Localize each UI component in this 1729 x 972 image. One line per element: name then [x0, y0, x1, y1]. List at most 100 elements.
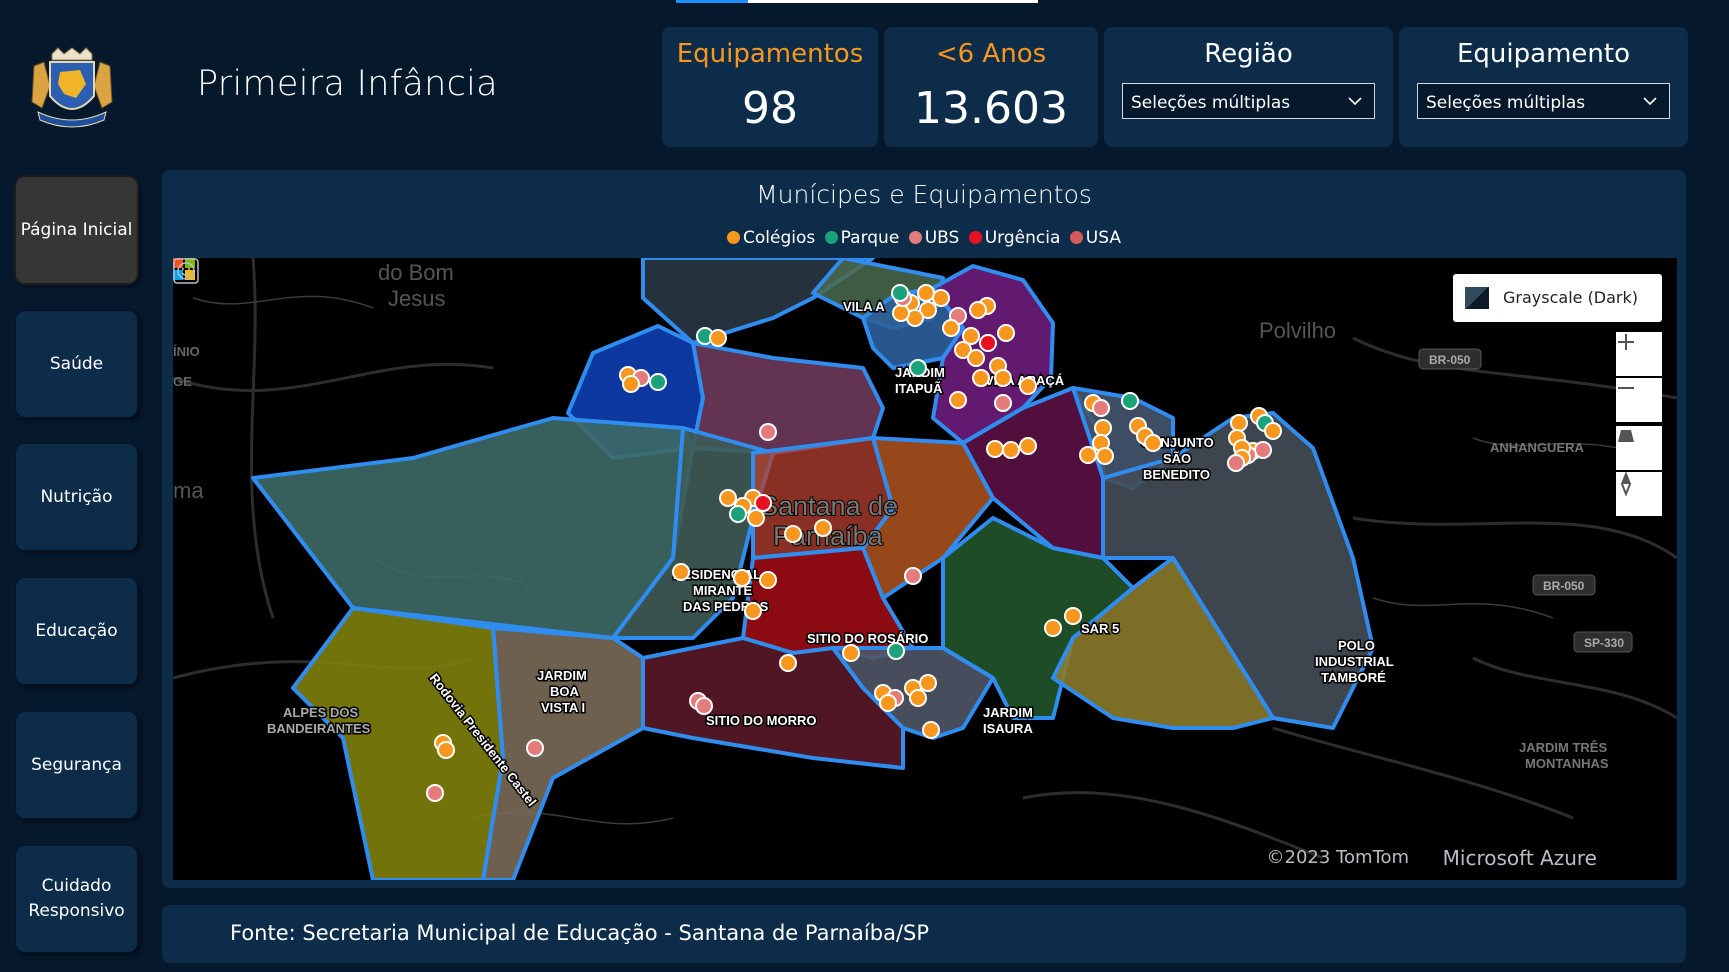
map-svg[interactable]: do Bom Jesus Polvilho ÍNIO GE ma VILA A …: [173, 258, 1677, 880]
map-panel: Munícipes e Equipamentos Colégios Parque…: [162, 170, 1686, 888]
map-marker-colegio[interactable]: [784, 525, 802, 543]
map-marker-colegio[interactable]: [942, 319, 960, 337]
map-marker-ubs[interactable]: [695, 697, 713, 715]
regiao-dropdown[interactable]: Seleções múltiplas: [1122, 83, 1375, 119]
zoom-out-button[interactable]: [1616, 378, 1662, 422]
map-marker-colegio[interactable]: [814, 519, 832, 537]
region-pinkish[interactable]: [691, 341, 885, 455]
map-marker-colegio[interactable]: [986, 440, 1004, 458]
page-title: Primeira Infância: [197, 64, 498, 104]
map-marker-colegio[interactable]: [842, 644, 860, 662]
map-marker-colegio[interactable]: [972, 369, 990, 387]
map-marker-colegio[interactable]: [672, 563, 690, 581]
map-style-picker[interactable]: Grayscale (Dark): [1453, 274, 1662, 322]
feedback-smiley-icon[interactable]: [173, 258, 199, 284]
map-marker-colegio[interactable]: [1230, 414, 1248, 432]
region-alpes[interactable]: [291, 606, 505, 880]
map-marker-ubs[interactable]: [759, 423, 777, 441]
map-marker-colegio[interactable]: [719, 489, 737, 507]
nav-button-cuidado-responsivo[interactable]: Cuidado Responsivo: [16, 846, 137, 952]
nav-label: Segurança: [31, 754, 122, 775]
place-label: MONTANHAS: [1525, 756, 1609, 771]
map-marker-colegio[interactable]: [1144, 434, 1162, 452]
map-marker-colegio[interactable]: [1264, 422, 1282, 440]
map-marker-colegio[interactable]: [744, 602, 762, 620]
map-marker-colegio[interactable]: [967, 349, 985, 367]
map-marker-colegio[interactable]: [1044, 619, 1062, 637]
map-canvas[interactable]: do Bom Jesus Polvilho ÍNIO GE ma VILA A …: [173, 258, 1677, 880]
nav-button-educacao[interactable]: Educação: [16, 578, 137, 684]
map-marker-colegio[interactable]: [969, 301, 987, 319]
map-marker-parque[interactable]: [887, 642, 905, 660]
map-marker-parque[interactable]: [891, 284, 909, 302]
zoom-in-button[interactable]: [1616, 332, 1662, 376]
map-marker-colegio[interactable]: [879, 694, 897, 712]
nav-button-seguranca[interactable]: Segurança: [16, 712, 137, 818]
map-marker-ubs[interactable]: [1254, 441, 1272, 459]
map-marker-colegio[interactable]: [759, 571, 777, 589]
legend-label: Urgência: [984, 228, 1061, 248]
dropdown-value: Seleções múltiplas: [1426, 93, 1586, 113]
equipamento-filter-card: Equipamento Seleções múltiplas: [1399, 27, 1688, 147]
legend-item-colegios[interactable]: Colégios: [727, 228, 815, 248]
map-marker-colegio[interactable]: [1064, 607, 1082, 625]
road-shields: BR-050 BR-050 SP-330: [1418, 348, 1633, 653]
regiao-filter-card: Região Seleções múltiplas: [1104, 27, 1393, 147]
equipamentos-kpi-card: Equipamentos 98: [662, 27, 878, 147]
map-marker-ubs[interactable]: [904, 567, 922, 585]
map-marker-ubs[interactable]: [1092, 399, 1110, 417]
map-marker-colegio[interactable]: [779, 654, 797, 672]
map-marker-colegio[interactable]: [1019, 437, 1037, 455]
region-jardim-boa-vista[interactable]: [481, 626, 645, 880]
legend-label: Colégios: [743, 228, 816, 248]
map-marker-colegio[interactable]: [1002, 441, 1020, 459]
road-shield-label: SP-330: [1584, 636, 1624, 650]
nav-button-pagina-inicial[interactable]: Página Inicial: [16, 177, 137, 283]
map-marker-colegio[interactable]: [949, 391, 967, 409]
map-marker-colegio[interactable]: [622, 375, 640, 393]
map-marker-ubs[interactable]: [526, 739, 544, 757]
map-marker-colegio[interactable]: [1096, 447, 1114, 465]
map-marker-colegio[interactable]: [747, 509, 765, 527]
legend-item-ubs[interactable]: UBS: [908, 228, 959, 248]
legend-item-parque[interactable]: Parque: [824, 228, 900, 248]
compass-button[interactable]: [1616, 472, 1662, 516]
map-marker-colegio[interactable]: [917, 284, 935, 302]
legend-item-urgencia[interactable]: Urgência: [968, 228, 1061, 248]
map-marker-colegio[interactable]: [733, 569, 751, 587]
map-marker-colegio[interactable]: [909, 689, 927, 707]
map-marker-colegio[interactable]: [1094, 419, 1112, 437]
legend-label: Parque: [840, 228, 900, 248]
map-marker-parque[interactable]: [649, 373, 667, 391]
nav-button-nutricao[interactable]: Nutrição: [16, 444, 137, 550]
map-marker-parque[interactable]: [909, 359, 927, 377]
map-copyright: ©2023 TomTom: [1266, 847, 1410, 868]
map-marker-urgencia[interactable]: [754, 494, 772, 512]
pitch-toggle-button[interactable]: [1616, 426, 1662, 470]
map-marker-parque[interactable]: [1121, 392, 1139, 410]
filter-label: Equipamento: [1457, 39, 1630, 69]
place-label: ISAURA: [983, 721, 1033, 736]
equipamento-dropdown[interactable]: Seleções múltiplas: [1417, 83, 1670, 119]
legend-item-usa[interactable]: USA: [1069, 228, 1121, 248]
map-marker-colegio[interactable]: [437, 741, 455, 759]
map-marker-colegio[interactable]: [919, 674, 937, 692]
map-marker-colegio[interactable]: [1019, 377, 1037, 395]
map-marker-colegio[interactable]: [1079, 446, 1097, 464]
map-marker-parque[interactable]: [729, 505, 747, 523]
map-marker-colegio[interactable]: [892, 304, 910, 322]
map-marker-colegio[interactable]: [994, 369, 1012, 387]
map-marker-ubs[interactable]: [1227, 454, 1245, 472]
map-marker-ubs[interactable]: [994, 394, 1012, 412]
map-marker-colegio[interactable]: [709, 329, 727, 347]
nav-button-saude[interactable]: Saúde: [16, 311, 137, 417]
map-marker-colegio[interactable]: [922, 721, 940, 739]
place-label: VISTA I: [541, 700, 585, 715]
map-marker-ubs[interactable]: [426, 784, 444, 802]
map-marker-colegio[interactable]: [997, 324, 1015, 342]
nav-label: Página Inicial: [20, 219, 133, 240]
place-label: ma: [173, 478, 204, 503]
region-teal-west[interactable]: [251, 416, 695, 640]
map-marker-urgencia[interactable]: [979, 334, 997, 352]
map-marker-colegio[interactable]: [932, 289, 950, 307]
